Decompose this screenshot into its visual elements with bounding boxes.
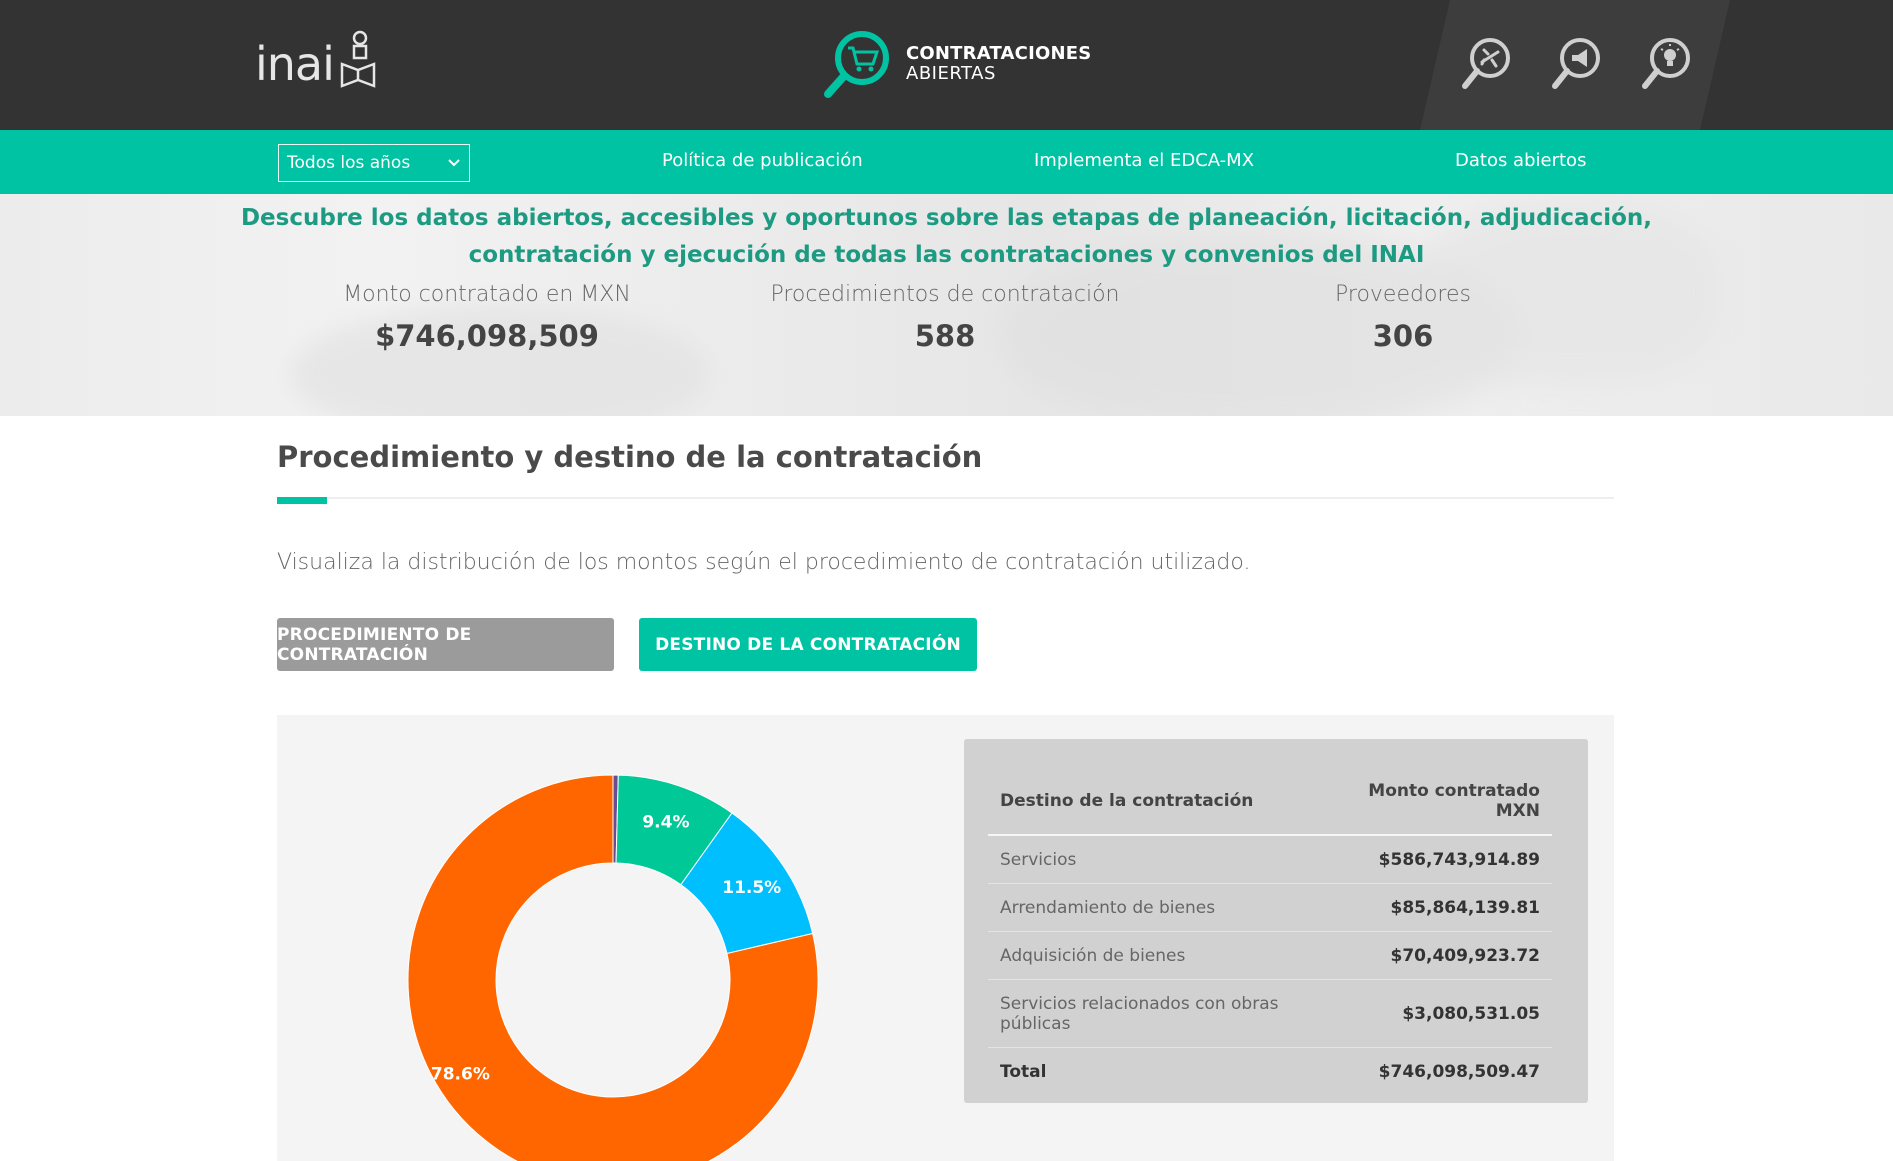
contrataciones-abiertas-logo[interactable]: CONTRATACIONES ABIERTAS (820, 28, 1091, 100)
hero-banner: Descubre los datos abiertos, accesibles … (0, 194, 1893, 416)
top-icons (1460, 36, 1692, 92)
stat-proveedores-label: Proveedores (1335, 282, 1471, 307)
megaphone-search-icon[interactable] (1550, 36, 1602, 92)
inai-logo-text: inai (255, 37, 335, 91)
row-label: Servicios (988, 835, 1319, 884)
donut-slice-label: 9.4% (642, 813, 689, 833)
stat-monto-label: Monto contratado en MXN (343, 282, 631, 307)
table-header-row: Destino de la contratación Monto contrat… (988, 771, 1552, 836)
stat-monto-value: $746,098,509 (375, 319, 599, 353)
total-label: Total (1000, 1062, 1047, 1082)
section-divider (277, 497, 1614, 499)
procedimiento-button[interactable]: PROCEDIMIENTO DE CONTRATACIÓN (277, 618, 614, 671)
hero-line2: contratación y ejecución de todas las co… (468, 242, 1425, 268)
stat-procedimientos: Procedimientos de contratación 588 (735, 282, 1155, 353)
year-select-value: Todos los años (287, 153, 411, 173)
brand-line2: ABIERTAS (906, 63, 996, 84)
main-nav: Todos los años Política de publicación I… (0, 130, 1893, 194)
donut-slice-label: 11.5% (722, 878, 781, 898)
donut-chart: 9.4% 11.5% 78.6% (407, 774, 819, 1161)
cart-magnifier-icon (824, 31, 889, 98)
stat-proveedores: Proveedores 306 (1193, 282, 1613, 353)
lightbulb-search-icon[interactable] (1640, 36, 1692, 92)
brand-line1: CONTRATACIONES (906, 43, 1092, 64)
year-select[interactable]: Todos los años (278, 144, 470, 182)
nav-implementa-edca[interactable]: Implementa el EDCA-MX (1034, 150, 1254, 171)
col-destino-header: Destino de la contratación (988, 771, 1319, 836)
row-value: $70,409,923.72 (1318, 931, 1552, 980)
stat-proveedores-value: 306 (1372, 319, 1434, 353)
row-value: $3,080,531.05 (1318, 979, 1552, 1048)
stat-procedimientos-label: Procedimientos de contratación (770, 282, 1120, 307)
hero-line1: Descubre los datos abiertos, accesibles … (240, 205, 1653, 231)
total-value: $746,098,509.47 (1378, 1062, 1540, 1082)
nav-datos-abiertos[interactable]: Datos abiertos (1455, 150, 1586, 171)
destino-table-box: Destino de la contratación Monto contrat… (964, 739, 1588, 1103)
table-row: Arrendamiento de bienes $85,864,139.81 (988, 883, 1552, 932)
row-label: Adquisición de bienes (988, 931, 1319, 980)
section-accent-bar (277, 497, 327, 504)
nav-politica-publicacion[interactable]: Política de publicación (662, 150, 863, 171)
row-label: Servicios relacionados con obras pública… (988, 979, 1319, 1048)
row-label: Arrendamiento de bienes (988, 883, 1319, 932)
table-row: Adquisición de bienes $70,409,923.72 (988, 931, 1552, 980)
row-value: $85,864,139.81 (1318, 883, 1552, 932)
hero-headline: Descubre los datos abiertos, accesibles … (0, 200, 1893, 274)
destino-button[interactable]: DESTINO DE LA CONTRATACIÓN (639, 618, 977, 671)
section-description: Visualiza la distribución de los montos … (277, 550, 1251, 575)
row-value: $586,743,914.89 (1318, 835, 1552, 884)
chevron-down-icon (448, 159, 460, 167)
stat-procedimientos-value: 588 (914, 319, 976, 353)
table-total-row: Total $746,098,509.47 (988, 1048, 1552, 1096)
col-monto-header: Monto contratado MXN (1318, 771, 1552, 836)
donut-slice-label: 78.6% (431, 1065, 490, 1085)
chart-panel: 9.4% 11.5% 78.6% Destino de la contratació… (277, 715, 1614, 1161)
section-title: Procedimiento y destino de la contrataci… (277, 440, 983, 474)
inai-book-icon (340, 30, 376, 88)
plane-search-icon[interactable] (1460, 36, 1512, 92)
table-row: Servicios $586,743,914.89 (988, 835, 1552, 884)
inai-logo[interactable]: inai (255, 30, 378, 88)
table-row: Servicios relacionados con obras pública… (988, 979, 1552, 1048)
stat-monto: Monto contratado en MXN $746,098,509 (277, 282, 697, 353)
top-header: inai CONTRATACIONES ABIERTAS (0, 0, 1893, 130)
destino-table: Destino de la contratación Monto contrat… (988, 771, 1552, 1095)
